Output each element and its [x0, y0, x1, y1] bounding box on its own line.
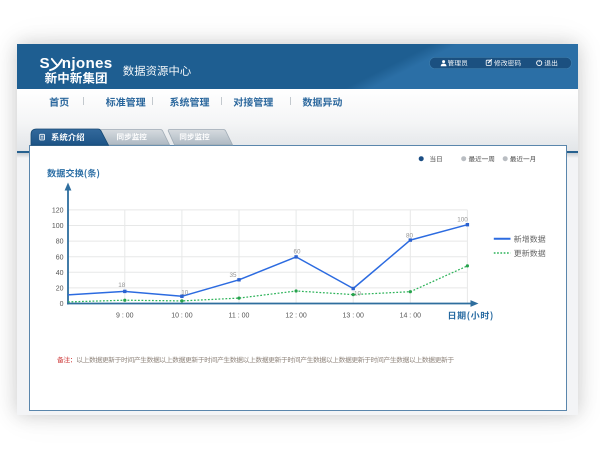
- svg-text:njones: njones: [62, 55, 113, 72]
- svg-text:13 : 00: 13 : 00: [342, 313, 364, 320]
- svg-text:0: 0: [60, 301, 64, 308]
- svg-text:120: 120: [52, 208, 64, 215]
- svg-text:100: 100: [457, 217, 468, 224]
- svg-text:10: 10: [354, 291, 362, 298]
- svg-text:60: 60: [56, 254, 64, 261]
- svg-text:80: 80: [56, 239, 64, 246]
- svg-text:14 : 00: 14 : 00: [400, 313, 422, 320]
- svg-text:80: 80: [406, 233, 414, 240]
- svg-text:9 : 00: 9 : 00: [116, 313, 134, 320]
- svg-text:100: 100: [52, 223, 64, 230]
- svg-text:11 : 00: 11 : 00: [229, 313, 250, 320]
- svg-text:35: 35: [229, 272, 237, 279]
- svg-text:40: 40: [56, 270, 64, 277]
- svg-text:12 : 00: 12 : 00: [285, 313, 307, 320]
- svg-text:20: 20: [56, 286, 64, 293]
- svg-text:S: S: [40, 55, 50, 72]
- svg-text:10 : 00: 10 : 00: [171, 313, 193, 320]
- svg-text:18: 18: [118, 282, 126, 289]
- svg-text:60: 60: [293, 249, 301, 256]
- svg-text:10: 10: [181, 290, 189, 297]
